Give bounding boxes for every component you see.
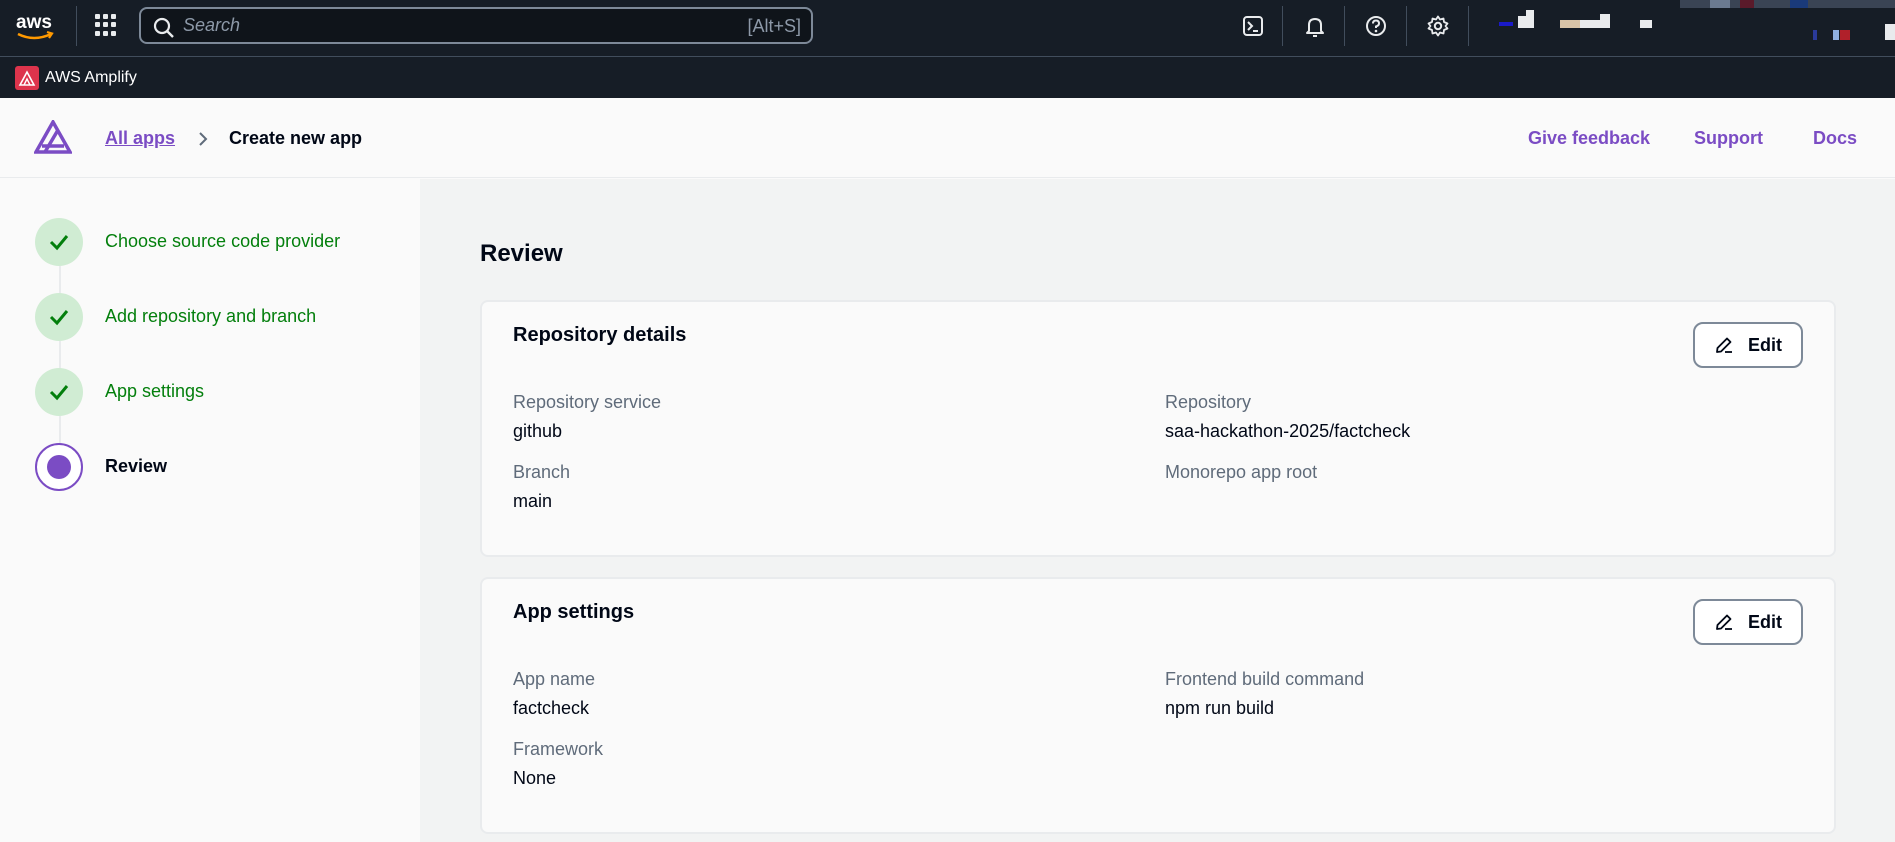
nav-divider	[1282, 6, 1283, 46]
step-connector	[59, 416, 61, 444]
docs-link[interactable]: Docs	[1813, 128, 1857, 149]
framework-label: Framework	[513, 739, 604, 759]
step-choose-source[interactable]: Choose source code provider	[105, 231, 340, 252]
amplify-header: All apps Create new app Give feedback Su…	[0, 98, 1895, 178]
wizard-steps	[0, 179, 420, 842]
pencil-icon	[1716, 614, 1732, 630]
step-completed-icon	[35, 293, 83, 341]
bell-icon[interactable]	[1302, 13, 1328, 39]
svg-text:aws: aws	[16, 12, 52, 33]
breadcrumb: All apps Create new app	[105, 128, 362, 149]
console-top-nav: aws [Alt+S]	[0, 0, 1895, 56]
cloudshell-icon[interactable]	[1240, 13, 1266, 39]
edit-label: Edit	[1748, 334, 1782, 355]
build-command-label: Frontend build command	[1165, 669, 1365, 689]
breadcrumb-all-apps[interactable]: All apps	[105, 128, 175, 149]
edit-label: Edit	[1748, 611, 1782, 632]
edit-app-settings-button[interactable]: Edit	[1693, 599, 1803, 645]
step-add-repository[interactable]: Add repository and branch	[105, 306, 316, 327]
step-completed-icon	[35, 218, 83, 266]
nav-divider	[1468, 6, 1469, 46]
nav-divider	[76, 6, 77, 46]
chevron-right-icon	[197, 131, 209, 147]
app-name-value: factcheck	[513, 698, 590, 718]
repository-details-card: Repository details Edit Repository servi…	[480, 300, 1836, 557]
monorepo-root-label: Monorepo app root	[1165, 462, 1318, 482]
step-connector	[59, 266, 61, 294]
aws-logo[interactable]: aws	[14, 10, 58, 44]
card-title: App settings	[513, 601, 635, 623]
app-name-label: App name	[513, 669, 596, 689]
search-box[interactable]: [Alt+S]	[139, 7, 813, 44]
support-link[interactable]: Support	[1694, 128, 1763, 149]
amplify-logo-icon[interactable]	[32, 118, 74, 159]
help-icon[interactable]	[1363, 13, 1389, 39]
service-name[interactable]: AWS Amplify	[45, 69, 137, 87]
pencil-icon	[1716, 337, 1732, 353]
repo-service-value: github	[513, 421, 563, 441]
step-current-icon	[35, 443, 83, 491]
account-menu[interactable]	[1490, 0, 1895, 56]
step-app-settings[interactable]: App settings	[105, 381, 204, 402]
give-feedback-link[interactable]: Give feedback	[1528, 128, 1650, 149]
card-title: Repository details	[513, 324, 687, 346]
app-settings-card: App settings Edit App name factcheck Fro…	[480, 577, 1836, 834]
amplify-icon	[15, 66, 39, 90]
nav-divider	[1344, 6, 1345, 46]
gear-icon[interactable]	[1425, 13, 1451, 39]
branch-label: Branch	[513, 462, 571, 482]
branch-value: main	[513, 491, 553, 511]
framework-value: None	[513, 768, 557, 788]
build-command-value: npm run build	[1165, 698, 1275, 718]
repository-value: saa-hackathon-2025/factcheck	[1165, 421, 1411, 441]
page-title: Review	[480, 240, 563, 267]
step-completed-icon	[35, 368, 83, 416]
apps-grid-icon[interactable]	[95, 14, 117, 36]
step-review: Review	[105, 456, 168, 476]
search-icon	[153, 17, 174, 38]
breadcrumb-current: Create new app	[229, 128, 363, 148]
nav-divider	[1406, 6, 1407, 46]
repo-service-label: Repository service	[513, 392, 662, 412]
search-shortcut: [Alt+S]	[747, 16, 801, 36]
repository-label: Repository	[1165, 392, 1252, 412]
edit-repository-button[interactable]: Edit	[1693, 322, 1803, 368]
service-bar: AWS Amplify	[0, 56, 1895, 98]
search-input[interactable]	[183, 13, 683, 38]
step-connector	[59, 341, 61, 369]
